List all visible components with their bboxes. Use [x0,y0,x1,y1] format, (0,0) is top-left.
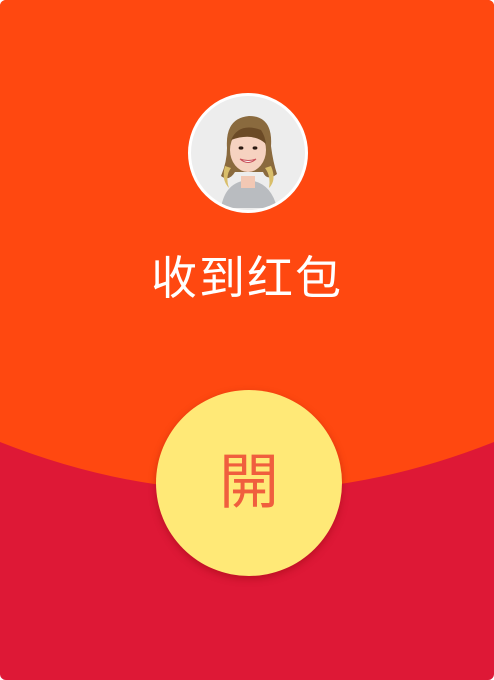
open-button-label: 開 [219,448,279,518]
envelope-title: 收到红包 [151,251,343,305]
red-envelope: 收到红包 開 [0,0,494,680]
user-avatar-icon [191,96,305,210]
sender-avatar [188,93,308,213]
open-envelope-button[interactable]: 開 [156,390,342,576]
